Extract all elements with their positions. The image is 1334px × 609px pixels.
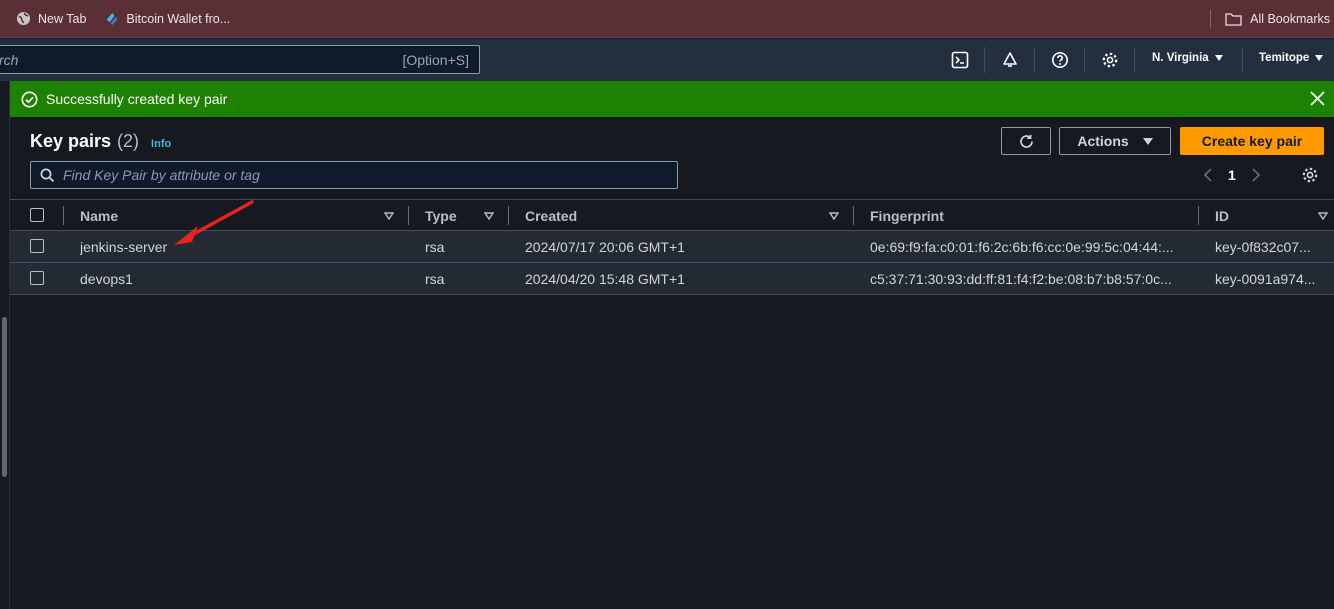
- search-placeholder: rch: [0, 51, 19, 68]
- search-icon: [40, 168, 55, 182]
- pagination: 1: [1200, 165, 1264, 185]
- nav-divider: [1242, 47, 1243, 73]
- bookmarks-divider: [1210, 10, 1211, 28]
- caret-down-icon: [1142, 137, 1153, 145]
- actions-label: Actions: [1077, 133, 1129, 149]
- title-count: (2): [117, 131, 140, 151]
- create-key-pair-button[interactable]: Create key pair: [1180, 127, 1324, 155]
- cell-fingerprint: 0e:69:f9:fa:c0:01:f6:2c:6b:f6:cc:0e:99:5…: [870, 238, 1174, 255]
- row-checkbox[interactable]: [30, 239, 44, 253]
- cell-name[interactable]: devops1: [80, 263, 400, 294]
- column-label: ID: [1215, 207, 1229, 224]
- filter-placeholder: Find Key Pair by attribute or tag: [63, 167, 260, 183]
- cell-id: key-0f832c07...: [1215, 238, 1311, 255]
- column-divider: [408, 206, 409, 225]
- column-divider: [1198, 206, 1199, 225]
- column-label: Created: [525, 207, 578, 224]
- chevron-left-icon[interactable]: [1200, 166, 1216, 184]
- select-all-checkbox[interactable]: [30, 208, 44, 222]
- bookmarks-bar: New Tab Bitcoin Wallet fro... All Bookma…: [0, 0, 1334, 38]
- flash-message: Successfully created key pair: [46, 91, 228, 107]
- chevron-down-icon: [1315, 55, 1324, 61]
- all-bookmarks[interactable]: All Bookmarks: [1225, 0, 1330, 38]
- column-header-fingerprint[interactable]: Fingerprint: [870, 200, 1190, 231]
- nav-divider: [1084, 47, 1085, 73]
- bell-icon[interactable]: [1000, 50, 1020, 70]
- globe-icon: [16, 11, 31, 26]
- page-number[interactable]: 1: [1228, 167, 1236, 183]
- table-settings-gear-icon[interactable]: [1301, 166, 1319, 184]
- side-scroll-rail: [0, 81, 10, 609]
- search-input[interactable]: rch [Option+S]: [0, 45, 480, 74]
- bookmark-label: New Tab: [38, 11, 87, 26]
- nav-divider: [984, 47, 985, 73]
- cell-fingerprint: c5:37:71:30:93:dd:ff:81:f4:f2:be:08:b7:b…: [870, 270, 1172, 287]
- cell-type: rsa: [425, 238, 445, 255]
- column-label: Type: [425, 207, 457, 224]
- column-divider: [63, 206, 64, 225]
- sort-icon: [384, 212, 394, 220]
- column-header-created[interactable]: Created: [525, 200, 841, 231]
- column-divider: [853, 206, 854, 225]
- nav-divider: [1034, 47, 1035, 73]
- cell-created: 2024/04/20 15:48 GMT+1: [525, 270, 685, 287]
- chevron-down-icon: [1214, 55, 1223, 61]
- refresh-button[interactable]: [1001, 127, 1051, 155]
- create-label: Create key pair: [1201, 133, 1303, 149]
- column-header-type[interactable]: Type: [425, 200, 497, 231]
- filter-input[interactable]: Find Key Pair by attribute or tag: [30, 161, 678, 189]
- key-pairs-panel: Key pairs (2) Info Actions Create key pa…: [10, 117, 1334, 609]
- column-label: Fingerprint: [870, 207, 944, 224]
- cloudshell-icon[interactable]: [950, 50, 970, 70]
- account-menu[interactable]: Temitope: [1259, 52, 1324, 64]
- folder-icon: [1225, 13, 1242, 26]
- title-text: Key pairs: [30, 131, 112, 151]
- refresh-icon: [1019, 134, 1033, 148]
- bookmark-bitcoin-wallet[interactable]: Bitcoin Wallet fro...: [104, 11, 230, 26]
- cell-id: key-0091a974...: [1215, 270, 1316, 287]
- page-title: Key pairs (2) Info: [30, 131, 171, 152]
- bookmark-label: Bitcoin Wallet fro...: [126, 11, 231, 26]
- cell-type: rsa: [425, 270, 445, 287]
- region-selector[interactable]: N. Virginia: [1152, 52, 1223, 64]
- nav-divider: [1134, 47, 1135, 73]
- check-circle-icon: [21, 91, 38, 107]
- help-icon[interactable]: [1050, 50, 1070, 70]
- wallet-icon: [107, 12, 118, 26]
- info-link[interactable]: Info: [151, 138, 171, 150]
- column-divider: [508, 206, 509, 225]
- settings-gear-icon[interactable]: [1100, 50, 1120, 70]
- cell-created: 2024/07/17 20:06 GMT+1: [525, 238, 685, 255]
- sort-icon: [829, 212, 839, 220]
- sort-icon: [1318, 212, 1328, 220]
- success-flash-bar: Successfully created key pair: [10, 81, 1334, 117]
- table-row[interactable]: devops1 rsa 2024/04/20 15:48 GMT+1 c5:37…: [10, 263, 1334, 295]
- aws-top-nav: rch [Option+S] N. Virginia Temitope: [0, 39, 1334, 81]
- all-bookmarks-label: All Bookmarks: [1250, 12, 1330, 26]
- account-label: Temitope: [1259, 52, 1310, 64]
- bookmark-new-tab[interactable]: New Tab: [16, 11, 86, 26]
- sort-icon: [484, 212, 494, 220]
- chevron-right-icon[interactable]: [1248, 166, 1264, 184]
- search-shortcut: [Option+S]: [402, 51, 469, 68]
- column-header-id[interactable]: ID: [1215, 200, 1334, 231]
- scrollbar-thumb[interactable]: [2, 317, 7, 477]
- region-label: N. Virginia: [1152, 52, 1209, 64]
- red-arrow-annotation: [174, 200, 254, 245]
- close-icon[interactable]: [1309, 90, 1326, 107]
- column-label: Name: [80, 207, 119, 224]
- row-checkbox[interactable]: [30, 271, 44, 285]
- actions-button[interactable]: Actions: [1059, 127, 1171, 155]
